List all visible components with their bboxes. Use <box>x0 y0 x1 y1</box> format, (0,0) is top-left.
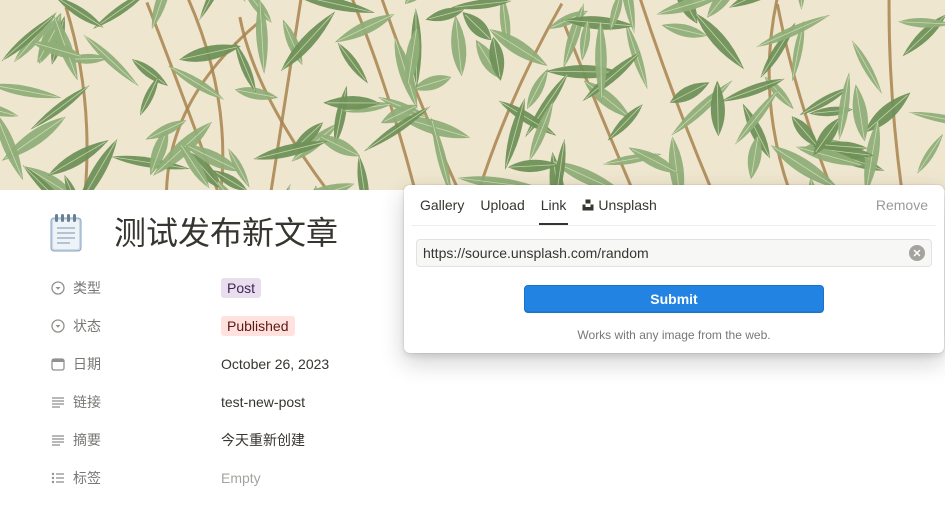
cover-popover: Gallery Upload Link Unsplash Remove Subm… <box>404 185 944 353</box>
property-name: 日期 <box>73 356 101 372</box>
property-date[interactable]: 日期 October 26, 2023 <box>50 345 390 383</box>
multi-select-icon <box>50 470 66 486</box>
text-lines-icon <box>50 432 66 448</box>
property-name: 链接 <box>73 394 101 410</box>
property-label[interactable]: 状态 <box>50 316 221 336</box>
page-title[interactable]: 测试发布新文章 <box>114 211 338 255</box>
property-value[interactable]: test-new-post <box>221 394 305 410</box>
tab-link[interactable]: Link <box>533 185 575 225</box>
notepad-icon[interactable] <box>48 212 84 252</box>
property-name: 类型 <box>73 280 101 296</box>
property-name: 状态 <box>73 318 101 334</box>
popover-tabs: Gallery Upload Link Unsplash Remove <box>412 185 936 226</box>
property-slug[interactable]: 链接 test-new-post <box>50 383 390 421</box>
unsplash-icon <box>582 199 594 211</box>
willow-pattern <box>0 0 945 190</box>
tab-label: Unsplash <box>598 197 657 213</box>
tab-label: Gallery <box>420 197 465 213</box>
select-icon <box>50 318 66 334</box>
link-hint-text: Works with any image from the web. <box>577 328 771 342</box>
tag-post: Post <box>221 278 262 298</box>
property-label[interactable]: 摘要 <box>50 430 221 450</box>
property-status[interactable]: 状态 Published <box>50 307 390 345</box>
property-name: 摘要 <box>73 432 101 448</box>
select-icon <box>50 280 66 296</box>
text-lines-icon <box>50 394 66 410</box>
tab-unsplash[interactable]: Unsplash <box>574 185 664 225</box>
tab-label: Link <box>540 197 567 213</box>
property-value[interactable]: Published <box>221 316 295 336</box>
remove-cover-button[interactable]: Remove <box>876 185 928 225</box>
property-value[interactable]: Post <box>221 278 262 298</box>
tab-label: Upload <box>480 197 525 213</box>
property-tags[interactable]: 标签 Empty <box>50 459 390 497</box>
url-field <box>416 239 932 267</box>
tab-upload[interactable]: Upload <box>472 185 532 225</box>
notion-page: 测试发布新文章 类型 Post 状态 Published 日期 October … <box>0 0 945 510</box>
property-value-empty[interactable]: Empty <box>221 470 261 486</box>
property-summary[interactable]: 摘要 今天重新创建 <box>50 421 390 459</box>
image-url-input[interactable] <box>417 240 909 266</box>
cover-image[interactable] <box>0 0 945 190</box>
property-label[interactable]: 日期 <box>50 354 221 374</box>
property-type[interactable]: 类型 Post <box>50 269 390 307</box>
property-value[interactable]: 今天重新创建 <box>221 430 305 450</box>
property-name: 标签 <box>73 470 101 486</box>
calendar-icon <box>50 356 66 372</box>
property-value[interactable]: October 26, 2023 <box>221 356 329 372</box>
tab-gallery[interactable]: Gallery <box>412 185 472 225</box>
submit-button[interactable]: Submit <box>524 285 824 313</box>
properties-list: 类型 Post 状态 Published 日期 October 26, 2023… <box>50 269 390 497</box>
property-label[interactable]: 标签 <box>50 468 221 488</box>
tag-published: Published <box>221 316 295 336</box>
clear-input-icon[interactable] <box>909 245 925 261</box>
property-label[interactable]: 链接 <box>50 392 221 412</box>
property-label[interactable]: 类型 <box>50 278 221 298</box>
